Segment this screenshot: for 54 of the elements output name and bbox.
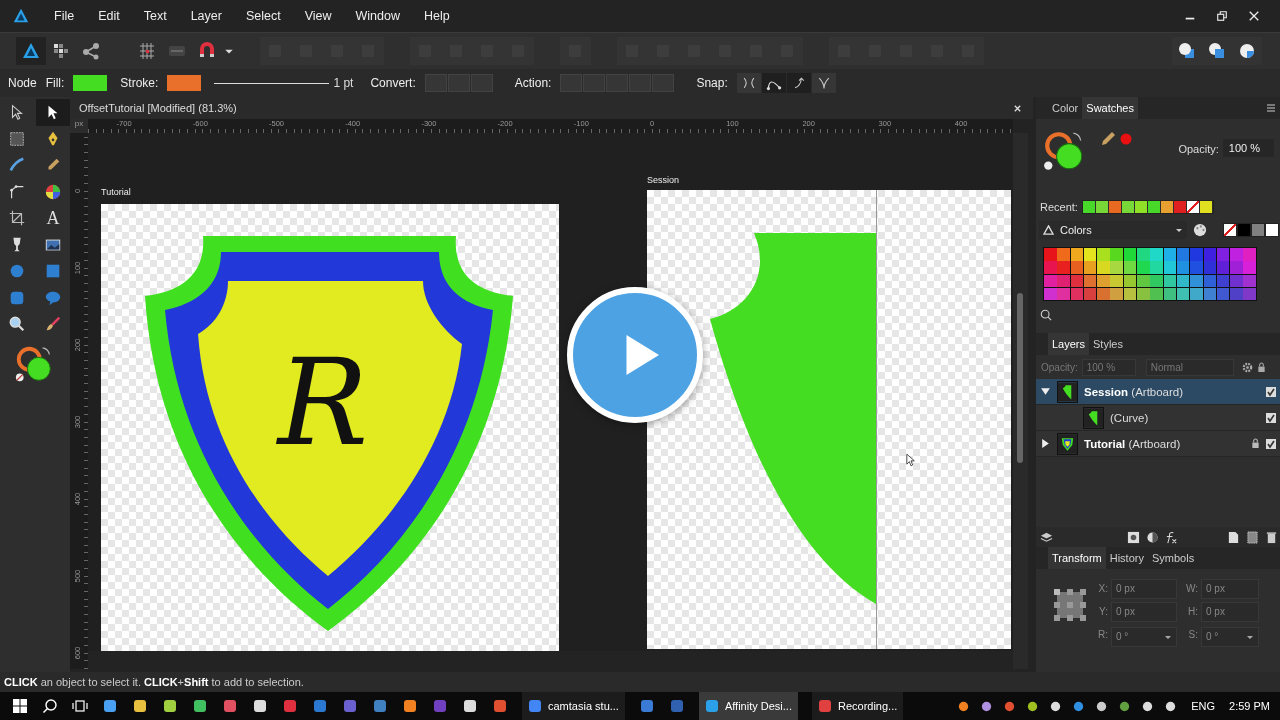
panel-tab[interactable]: Transform xyxy=(1048,547,1106,569)
layer-row[interactable]: (Curve) xyxy=(1036,405,1280,432)
action-label: Action: xyxy=(514,76,552,90)
fill-label: Fill: xyxy=(45,76,65,90)
panel-tab[interactable]: Color xyxy=(1048,97,1083,119)
panel-tab[interactable]: Styles xyxy=(1089,333,1127,356)
ruler-unit: px xyxy=(74,119,84,130)
taskbar-app[interactable]: Affinity Desi... xyxy=(698,692,798,720)
artboard-label: Tutorial xyxy=(101,187,131,197)
menu-item[interactable]: File xyxy=(54,9,75,23)
input-field[interactable]: 0 ° xyxy=(1201,626,1259,647)
panel-tab[interactable]: Symbols xyxy=(1147,547,1199,569)
menu-item[interactable]: Text xyxy=(143,9,167,23)
taskbar-app[interactable]: Recording... xyxy=(811,692,904,720)
input-field[interactable]: 0 ° xyxy=(1111,626,1177,647)
clock[interactable]: 2:59 PM xyxy=(1229,700,1270,712)
menu-item[interactable]: Select xyxy=(245,9,281,23)
field-label: H: xyxy=(1187,606,1198,617)
field-label: R: xyxy=(1097,629,1108,640)
layer-row[interactable]: Session (Artboard) xyxy=(1036,379,1280,406)
document-tab[interactable]: OffsetTutorial [Modified] (81.3%) xyxy=(79,102,237,114)
input-field[interactable]: 0 px xyxy=(1201,601,1259,622)
field-label: X: xyxy=(1097,583,1108,594)
opacity-dropdown[interactable]: 100 % xyxy=(1222,139,1274,157)
opacity-label: Opacity: xyxy=(1041,361,1078,373)
convert-label: Convert: xyxy=(370,76,416,90)
input-field[interactable]: 0 px xyxy=(1111,601,1177,622)
taskbar-app[interactable]: camtasia stu... xyxy=(522,692,625,720)
field-label: Y: xyxy=(1098,606,1108,617)
palette-dropdown[interactable]: Colors xyxy=(1039,221,1187,239)
panel-tab[interactable]: Layers xyxy=(1048,333,1090,356)
field-label: W: xyxy=(1184,583,1198,594)
panel-tab[interactable]: History xyxy=(1105,547,1148,569)
tool-name: Node xyxy=(8,76,37,90)
menu-item[interactable]: View xyxy=(304,9,332,23)
menu-item[interactable]: Window xyxy=(355,9,400,23)
menu-item[interactable]: Layer xyxy=(190,9,222,23)
artboard-label: Session xyxy=(647,175,680,185)
input-field[interactable]: 0 px xyxy=(1201,578,1259,599)
layer-row[interactable]: Tutorial (Artboard) xyxy=(1036,431,1280,458)
stroke-width-dropdown[interactable]: 1 pt xyxy=(214,76,354,90)
stroke-label: Stroke: xyxy=(120,76,159,90)
menu-item[interactable]: Help xyxy=(424,9,450,23)
field-label: S: xyxy=(1187,629,1198,640)
tool-button[interactable]: A xyxy=(36,205,70,232)
menu-item[interactable]: Edit xyxy=(98,9,120,23)
language-indicator[interactable]: ENG xyxy=(1191,700,1216,712)
status-hint: CLICK an object to select it. CLICK+Shift to add to selection. xyxy=(4,676,304,688)
panel-tab[interactable]: Swatches xyxy=(1082,97,1138,119)
script-letter: R xyxy=(277,333,369,472)
snap-label: Snap: xyxy=(696,76,728,90)
recent-label: Recent: xyxy=(1040,201,1078,213)
input-field[interactable]: 0 px xyxy=(1111,578,1177,599)
opacity-label: Opacity: xyxy=(1178,143,1219,155)
